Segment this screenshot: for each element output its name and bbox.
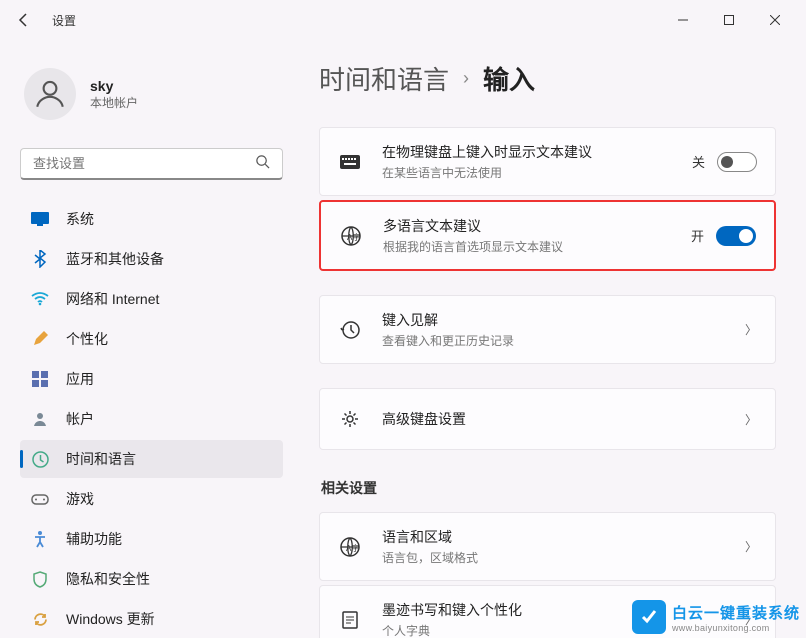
sidebar-nav: 系统 蓝牙和其他设备 网络和 Internet 个性化 应用 帐户 (20, 200, 283, 638)
setting-card-typing-insights[interactable]: 键入见解 查看键入和更正历史记录 〉 (319, 295, 776, 364)
sidebar-item-label: 应用 (66, 369, 94, 389)
sidebar-item-label: 系统 (66, 209, 94, 229)
setting-card-multilang-suggest[interactable]: A字 多语言文本建议 根据我的语言首选项显示文本建议 开 (319, 200, 776, 271)
account-icon (30, 409, 50, 429)
back-button[interactable] (8, 4, 40, 36)
card-subtitle: 根据我的语言首选项显示文本建议 (383, 238, 671, 255)
card-subtitle: 语言包，区域格式 (382, 549, 725, 566)
sidebar-item-gaming[interactable]: 游戏 (20, 480, 283, 518)
network-icon (30, 289, 50, 309)
toggle-switch[interactable] (716, 226, 756, 246)
card-subtitle: 查看键入和更正历史记录 (382, 332, 725, 349)
chevron-right-icon: 〉 (745, 321, 757, 338)
sidebar-item-label: 时间和语言 (66, 449, 136, 469)
card-title: 语言和区域 (382, 527, 725, 547)
sidebar-item-label: 辅助功能 (66, 529, 122, 549)
user-account-type: 本地帐户 (90, 94, 138, 111)
gear-icon (338, 407, 362, 431)
user-profile[interactable]: sky 本地帐户 (20, 40, 283, 148)
sidebar-item-label: Windows 更新 (66, 609, 155, 629)
window-title: 设置 (52, 12, 76, 29)
lang-region-icon: A字 (338, 535, 362, 559)
sidebar-item-label: 个性化 (66, 329, 108, 349)
minimize-button[interactable] (660, 4, 706, 36)
svg-text:A字: A字 (346, 543, 359, 553)
chevron-right-icon: 〉 (745, 538, 757, 555)
watermark: 白云一键重装系统 www.baiyunxitong.com (632, 600, 800, 634)
apps-icon (30, 369, 50, 389)
watermark-url: www.baiyunxitong.com (672, 623, 800, 633)
toggle-label: 开 (691, 226, 704, 245)
breadcrumb-current: 输入 (483, 60, 535, 97)
setting-card-advanced-keyboard[interactable]: 高级键盘设置 〉 (319, 388, 776, 450)
sidebar-item-update[interactable]: Windows 更新 (20, 600, 283, 638)
sidebar-item-time-language[interactable]: 时间和语言 (20, 440, 283, 478)
chevron-right-icon: 〉 (745, 411, 757, 428)
svg-text:A字: A字 (347, 232, 360, 242)
toggle-label: 关 (692, 152, 705, 171)
watermark-badge-icon (632, 600, 666, 634)
related-settings-heading: 相关设置 (321, 478, 776, 498)
chevron-right-icon: › (463, 68, 469, 89)
setting-card-physical-keyboard[interactable]: 在物理键盘上键入时显示文本建议 在某些语言中无法使用 关 (319, 127, 776, 196)
update-icon (30, 609, 50, 629)
gaming-icon (30, 489, 50, 509)
user-name: sky (90, 78, 138, 94)
setting-card-language-region[interactable]: A字 语言和区域 语言包，区域格式 〉 (319, 512, 776, 581)
breadcrumb-parent[interactable]: 时间和语言 (319, 60, 449, 97)
system-icon (30, 209, 50, 229)
accessibility-icon (30, 529, 50, 549)
card-title: 键入见解 (382, 310, 725, 330)
lang-suggest-icon: A字 (339, 224, 363, 248)
sidebar-item-label: 隐私和安全性 (66, 569, 150, 589)
sidebar-item-label: 网络和 Internet (66, 289, 159, 309)
sidebar-item-personalize[interactable]: 个性化 (20, 320, 283, 358)
breadcrumb: 时间和语言 › 输入 (319, 60, 776, 97)
toggle-switch[interactable] (717, 152, 757, 172)
sidebar-item-accessibility[interactable]: 辅助功能 (20, 520, 283, 558)
search-icon (255, 154, 270, 174)
keyboard-icon (338, 150, 362, 174)
sidebar-item-label: 蓝牙和其他设备 (66, 249, 164, 269)
sidebar-item-apps[interactable]: 应用 (20, 360, 283, 398)
card-title: 多语言文本建议 (383, 216, 671, 236)
search-input[interactable] (33, 156, 255, 171)
sidebar-item-system[interactable]: 系统 (20, 200, 283, 238)
card-title: 在物理键盘上键入时显示文本建议 (382, 142, 672, 162)
sidebar-item-label: 帐户 (66, 409, 94, 429)
sidebar-item-network[interactable]: 网络和 Internet (20, 280, 283, 318)
sidebar-item-privacy[interactable]: 隐私和安全性 (20, 560, 283, 598)
sidebar-item-account[interactable]: 帐户 (20, 400, 283, 438)
privacy-icon (30, 569, 50, 589)
close-button[interactable] (752, 4, 798, 36)
card-subtitle: 在某些语言中无法使用 (382, 164, 672, 181)
bluetooth-icon (30, 249, 50, 269)
watermark-title: 白云一键重装系统 (672, 602, 800, 623)
sidebar-item-bluetooth[interactable]: 蓝牙和其他设备 (20, 240, 283, 278)
sidebar-item-label: 游戏 (66, 489, 94, 509)
avatar-icon (24, 68, 76, 120)
history-icon (338, 318, 362, 342)
search-box[interactable] (20, 148, 283, 180)
personalize-icon (30, 329, 50, 349)
time-lang-icon (30, 449, 50, 469)
ink-icon (338, 608, 362, 632)
maximize-button[interactable] (706, 4, 752, 36)
card-title: 高级键盘设置 (382, 409, 725, 429)
